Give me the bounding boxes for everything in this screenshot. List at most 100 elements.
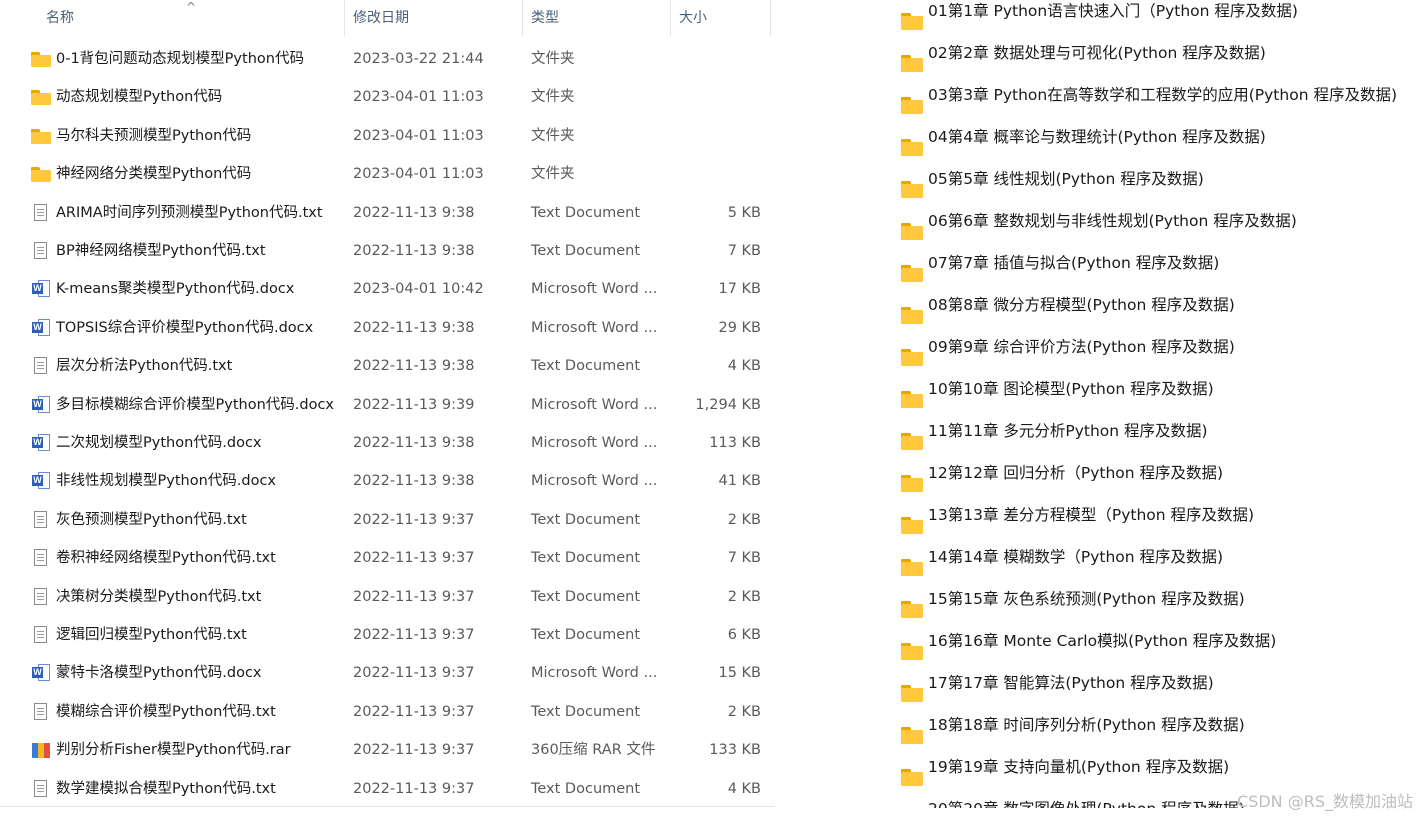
file-type: 文件夹: [531, 51, 575, 67]
folder-icon: [31, 127, 51, 145]
chapter-folder-item[interactable]: 16第16章 Monte Carlo模拟(Python 程序及数据): [876, 631, 1425, 673]
column-divider[interactable]: [770, 0, 771, 36]
file-name: 二次规划模型Python代码.docx: [56, 435, 262, 451]
file-name: 决策树分类模型Python代码.txt: [56, 588, 262, 605]
chapter-folder-item[interactable]: 17第17章 智能算法(Python 程序及数据): [876, 673, 1425, 715]
file-modified-date: 2022-11-13 9:38: [353, 243, 475, 259]
word-doc-icon: W: [31, 280, 51, 298]
chapter-folder-pane: 01第1章 Python语言快速入门（Python 程序及数据) 02第2章 数据…: [876, 0, 1425, 808]
chapter-folder-item[interactable]: 08第8章 微分方程模型(Python 程序及数据): [876, 295, 1425, 337]
chapter-folder-name: 02第2章 数据处理与可视化(Python 程序及数据): [928, 44, 1266, 62]
chapter-folder-item[interactable]: 09第9章 综合评价方法(Python 程序及数据): [876, 337, 1425, 379]
file-modified-date: 2023-04-01 11:03: [353, 166, 484, 183]
chapter-folder-item[interactable]: 07第7章 插值与拟合(Python 程序及数据): [876, 253, 1425, 295]
chapter-folder-item[interactable]: 06第6章 整数规划与非线性规划(Python 程序及数据): [876, 211, 1425, 253]
chapter-folder-item[interactable]: 12第12章 回归分析（Python 程序及数据): [876, 463, 1425, 505]
chapter-folder-name: 06第6章 整数规划与非线性规划(Python 程序及数据): [928, 212, 1297, 230]
text-file-icon: [31, 549, 51, 567]
file-modified-date: 2023-04-01 11:03: [353, 89, 484, 106]
text-file-icon: [31, 203, 51, 222]
text-file-icon: [31, 702, 51, 721]
chapter-folder-name: 01第1章 Python语言快速入门（Python 程序及数据): [928, 2, 1298, 20]
file-size: 6 KB: [727, 627, 761, 643]
chapter-folder-item[interactable]: 03第3章 Python在高等数学和工程数学的应用(Python 程序及数据): [876, 85, 1425, 127]
file-row[interactable]: ARIMA时间序列预测模型Python代码.txt 2022-11-13 9:38…: [0, 194, 772, 232]
chapter-folder-name: 10第10章 图论模型(Python 程序及数据): [928, 380, 1214, 398]
chapter-folder-item[interactable]: 05第5章 线性规划(Python 程序及数据): [876, 169, 1425, 211]
chapter-folder-item[interactable]: 18第18章 时间序列分析(Python 程序及数据): [876, 715, 1425, 757]
file-name: 卷积神经网络模型Python代码.txt: [56, 550, 276, 567]
file-modified-date: 2022-11-13 9:37: [353, 703, 475, 720]
file-row[interactable]: 卷积神经网络模型Python代码.txt 2022-11-13 9:37 Text …: [0, 539, 772, 577]
column-header-type[interactable]: 类型: [523, 0, 671, 36]
text-file-icon: [31, 357, 51, 375]
file-row[interactable]: W 多目标模糊综合评价模型Python代码.docx 2022-11-13 9:39…: [0, 386, 772, 424]
chapter-folder-item[interactable]: 02第2章 数据处理与可视化(Python 程序及数据): [876, 43, 1425, 85]
file-type: Text Document: [531, 358, 641, 375]
word-doc-icon: W: [31, 395, 51, 414]
file-type: Text Document: [531, 703, 641, 720]
file-row[interactable]: 神经网络分类模型Python代码 2023-04-01 11:03 文件夹: [0, 155, 772, 193]
file-row[interactable]: 判别分析Fisher模型Python代码.rar 2022-11-13 9:37 3…: [0, 731, 772, 769]
folder-icon: [31, 50, 51, 68]
file-type: Microsoft Word ...: [531, 473, 658, 490]
file-row[interactable]: 逻辑回归模型Python代码.txt 2022-11-13 9:37 Text Do…: [0, 616, 772, 654]
file-row[interactable]: 动态规划模型Python代码 2023-04-01 11:03 文件夹: [0, 78, 772, 116]
folder-icon: [901, 475, 923, 492]
chapter-folder-item[interactable]: 13第13章 差分方程模型（Python 程序及数据): [876, 505, 1425, 547]
file-type: 文件夹: [531, 127, 575, 144]
file-modified-date: 2022-11-13 9:38: [353, 435, 475, 451]
file-modified-date: 2023-04-01 10:42: [353, 281, 484, 298]
chapter-folder-name: 12第12章 回归分析（Python 程序及数据): [928, 464, 1224, 482]
file-size: 4 KB: [727, 780, 761, 797]
pane-bottom-border: [0, 806, 775, 807]
file-row[interactable]: 数学建模拟合模型Python代码.txt 2022-11-13 9:37 Text …: [0, 770, 772, 808]
chapter-folder-item[interactable]: 15第15章 灰色系统预测(Python 程序及数据): [876, 589, 1425, 631]
file-row[interactable]: W 二次规划模型Python代码.docx 2022-11-13 9:38 Micro…: [0, 424, 772, 462]
file-size: 1,294 KB: [695, 396, 761, 413]
file-name: 数学建模拟合模型Python代码.txt: [56, 780, 276, 797]
file-type: Text Document: [531, 204, 641, 221]
file-row[interactable]: W K-means聚类模型Python代码.docx 2023-04-01 10:4…: [0, 270, 772, 308]
chapter-folder-item[interactable]: 10第10章 图论模型(Python 程序及数据): [876, 379, 1425, 421]
folder-icon: [901, 265, 923, 282]
folder-icon: [31, 88, 51, 106]
text-file-icon: [31, 779, 51, 798]
chapter-folder-name: 09第9章 综合评价方法(Python 程序及数据): [928, 338, 1235, 356]
folder-icon: [901, 433, 923, 450]
file-size: 15 KB: [718, 665, 761, 682]
file-row[interactable]: W TOPSIS综合评价模型Python代码.docx 2022-11-13 9:3…: [0, 309, 772, 347]
file-row[interactable]: 0-1背包问题动态规划模型Python代码 2023-03-22 21:44 文件夹: [0, 40, 772, 78]
chapter-folder-item[interactable]: 01第1章 Python语言快速入门（Python 程序及数据): [876, 1, 1425, 43]
file-type: Microsoft Word ...: [531, 665, 658, 682]
file-row[interactable]: 层次分析法Python代码.txt 2022-11-13 9:38 Text Doc…: [0, 347, 772, 385]
file-name: 层次分析法Python代码.txt: [56, 358, 233, 375]
file-row[interactable]: 决策树分类模型Python代码.txt 2022-11-13 9:37 Text D…: [0, 578, 772, 616]
file-size: 7 KB: [727, 550, 761, 567]
file-size: 2 KB: [727, 588, 761, 605]
column-header-size[interactable]: 大小: [671, 0, 771, 36]
column-header-date[interactable]: 修改日期: [345, 0, 523, 36]
word-doc-icon: W: [31, 318, 51, 337]
file-row[interactable]: 马尔科夫预测模型Python代码 2023-04-01 11:03 文件夹: [0, 117, 772, 155]
chapter-folder-name: 18第18章 时间序列分析(Python 程序及数据): [928, 716, 1245, 734]
file-row[interactable]: 灰色预测模型Python代码.txt 2022-11-13 9:37 Text Do…: [0, 501, 772, 539]
file-modified-date: 2022-11-13 9:37: [353, 742, 475, 759]
chapter-folder-name: 05第5章 线性规划(Python 程序及数据): [928, 170, 1204, 188]
column-header-row: ^ 名称 修改日期 类型 大小: [0, 0, 772, 36]
file-name: K-means聚类模型Python代码.docx: [56, 281, 295, 298]
text-file-icon: [31, 626, 51, 644]
file-row[interactable]: W 非线性规划模型Python代码.docx 2022-11-13 9:38 Micr…: [0, 462, 772, 500]
file-row[interactable]: 模糊综合评价模型Python代码.txt 2022-11-13 9:37 Text …: [0, 693, 772, 731]
file-row[interactable]: W 蒙特卡洛模型Python代码.docx 2022-11-13 9:37 Micro…: [0, 654, 772, 692]
chapter-folder-item[interactable]: 11第11章 多元分析Python 程序及数据): [876, 421, 1425, 463]
chapter-folder-item[interactable]: 14第14章 模糊数学（Python 程序及数据): [876, 547, 1425, 589]
file-modified-date: 2022-11-13 9:37: [353, 550, 475, 567]
chapter-folder-item[interactable]: 04第4章 概率论与数理统计(Python 程序及数据): [876, 127, 1425, 169]
word-doc-icon: W: [31, 434, 51, 452]
folder-icon: [901, 307, 923, 324]
chapter-folder-name: 13第13章 差分方程模型（Python 程序及数据): [928, 506, 1255, 524]
file-size: 113 KB: [709, 435, 761, 451]
column-header-name[interactable]: 名称: [38, 0, 344, 36]
file-row[interactable]: BP神经网络模型Python代码.txt 2022-11-13 9:38 Text …: [0, 232, 772, 270]
